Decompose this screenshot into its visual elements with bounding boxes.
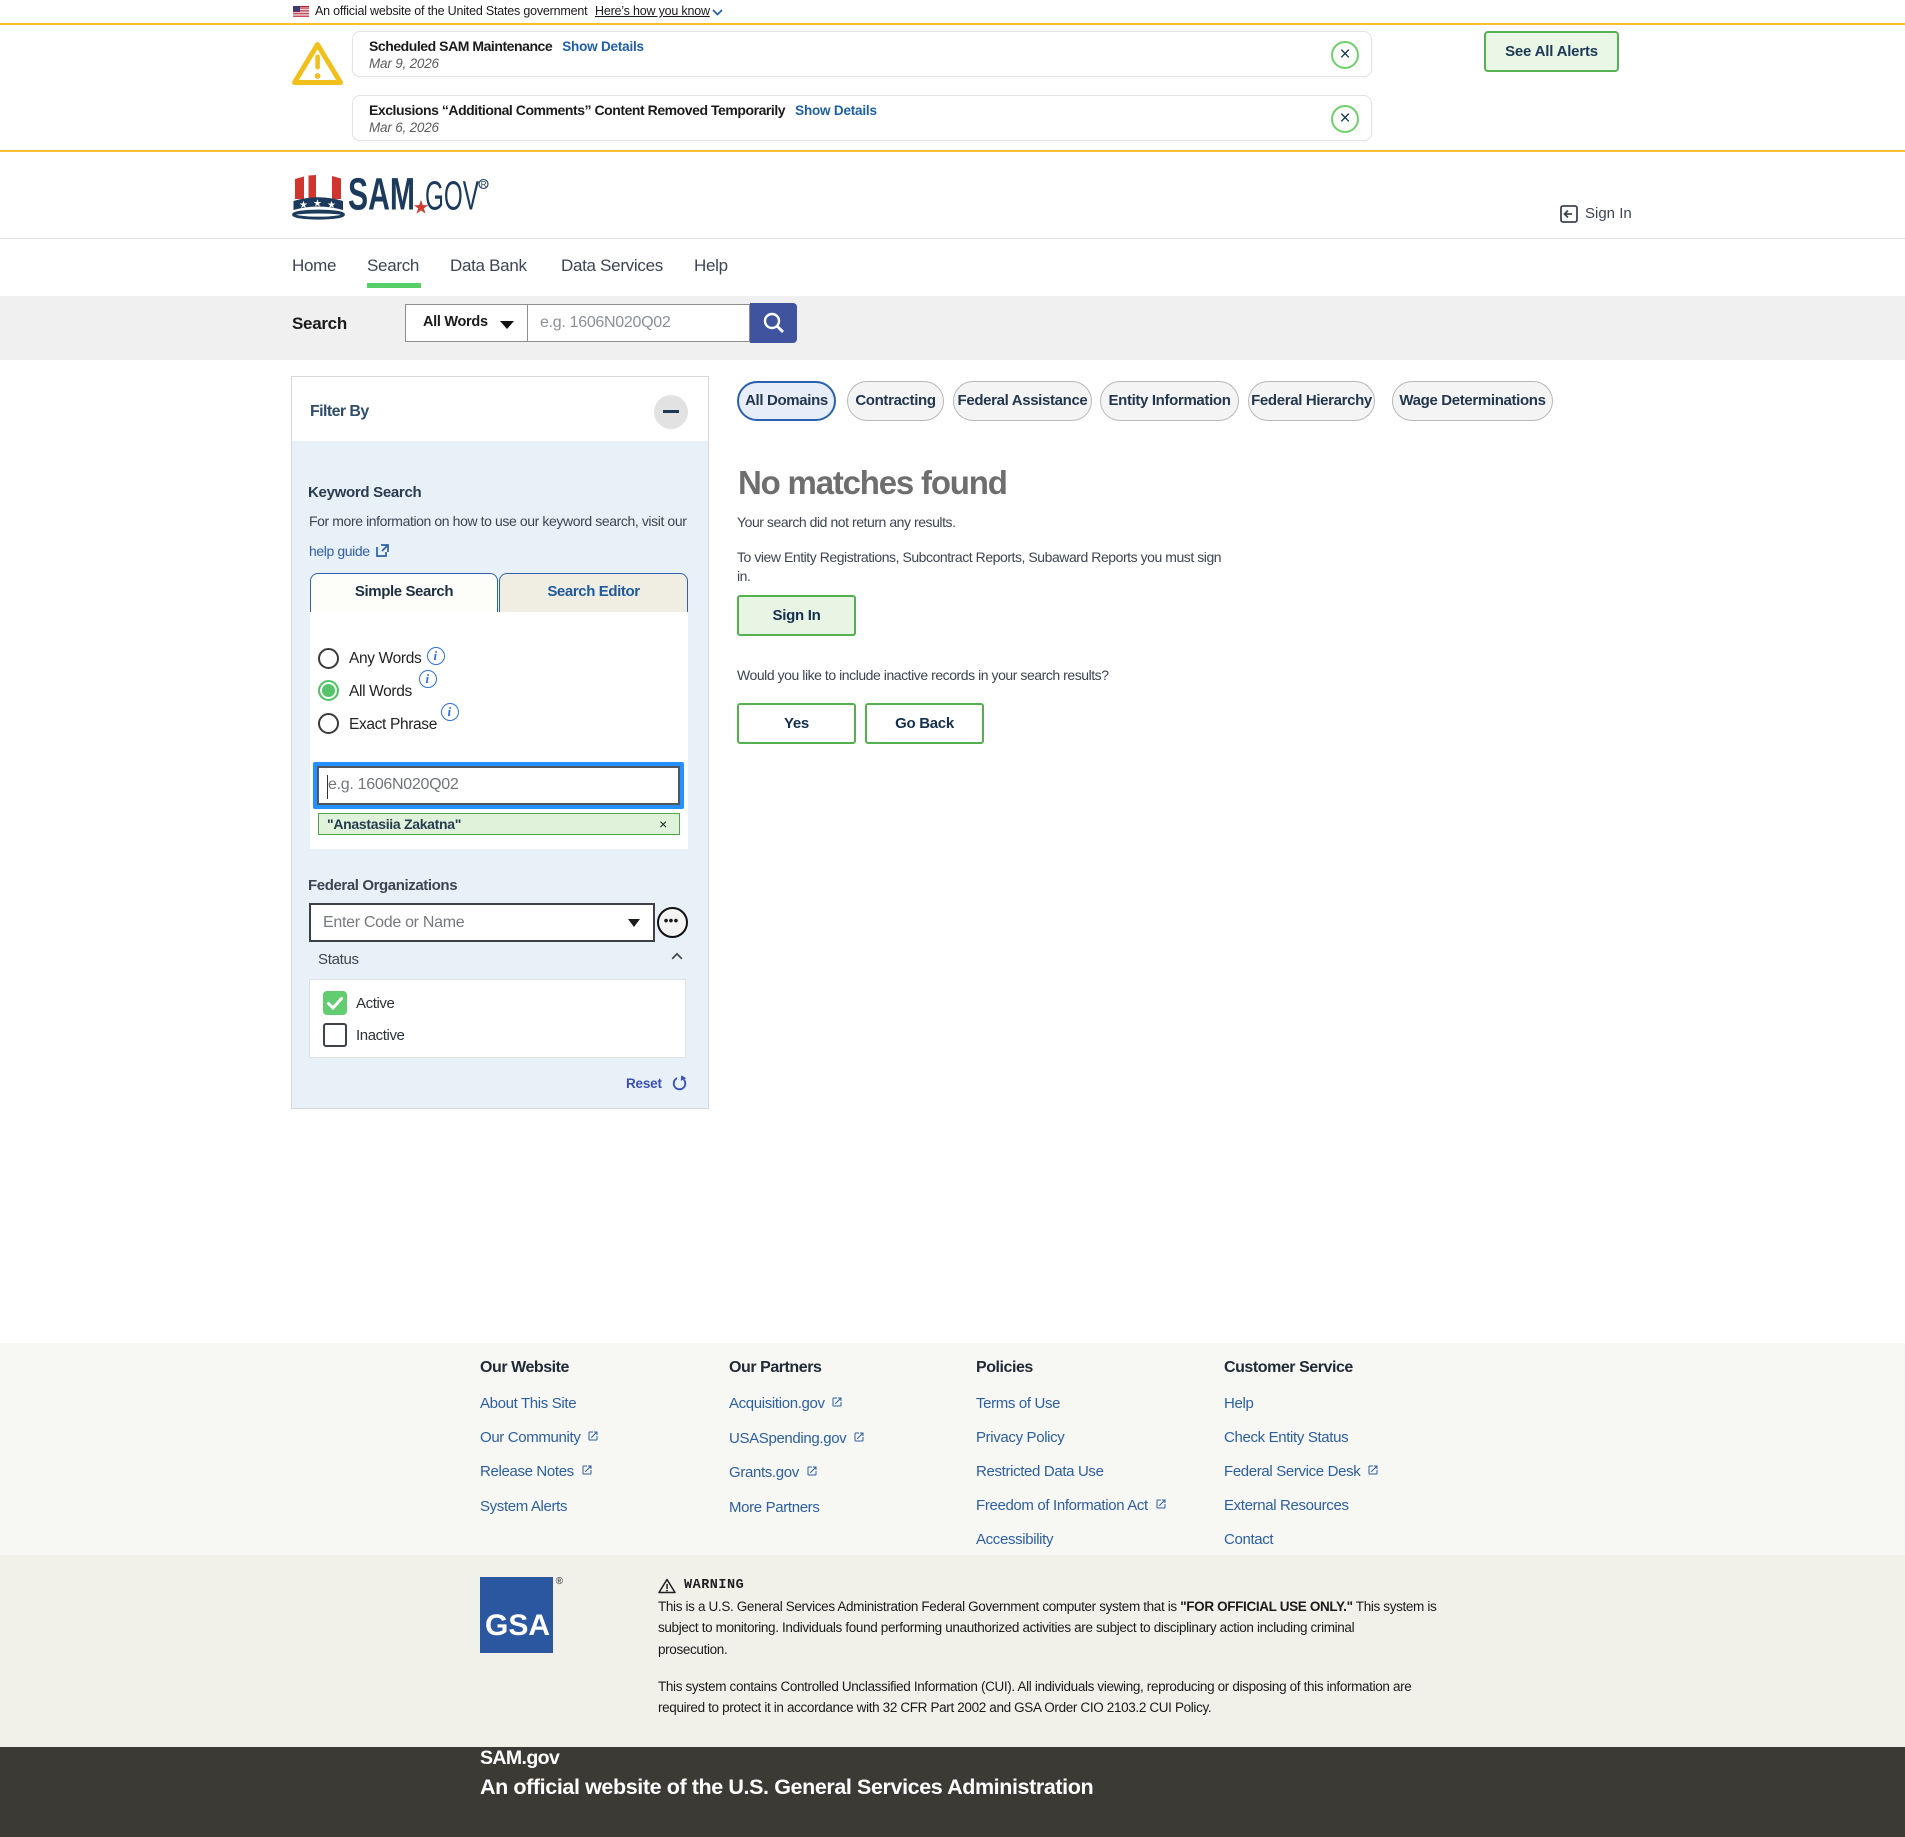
svg-text:GOV: GOV [425, 173, 479, 219]
svg-text:SAM: SAM [348, 171, 415, 220]
svg-text:★: ★ [327, 200, 336, 211]
svg-text:★: ★ [299, 200, 308, 211]
svg-text:R: R [481, 180, 487, 189]
svg-text:★: ★ [313, 199, 322, 210]
